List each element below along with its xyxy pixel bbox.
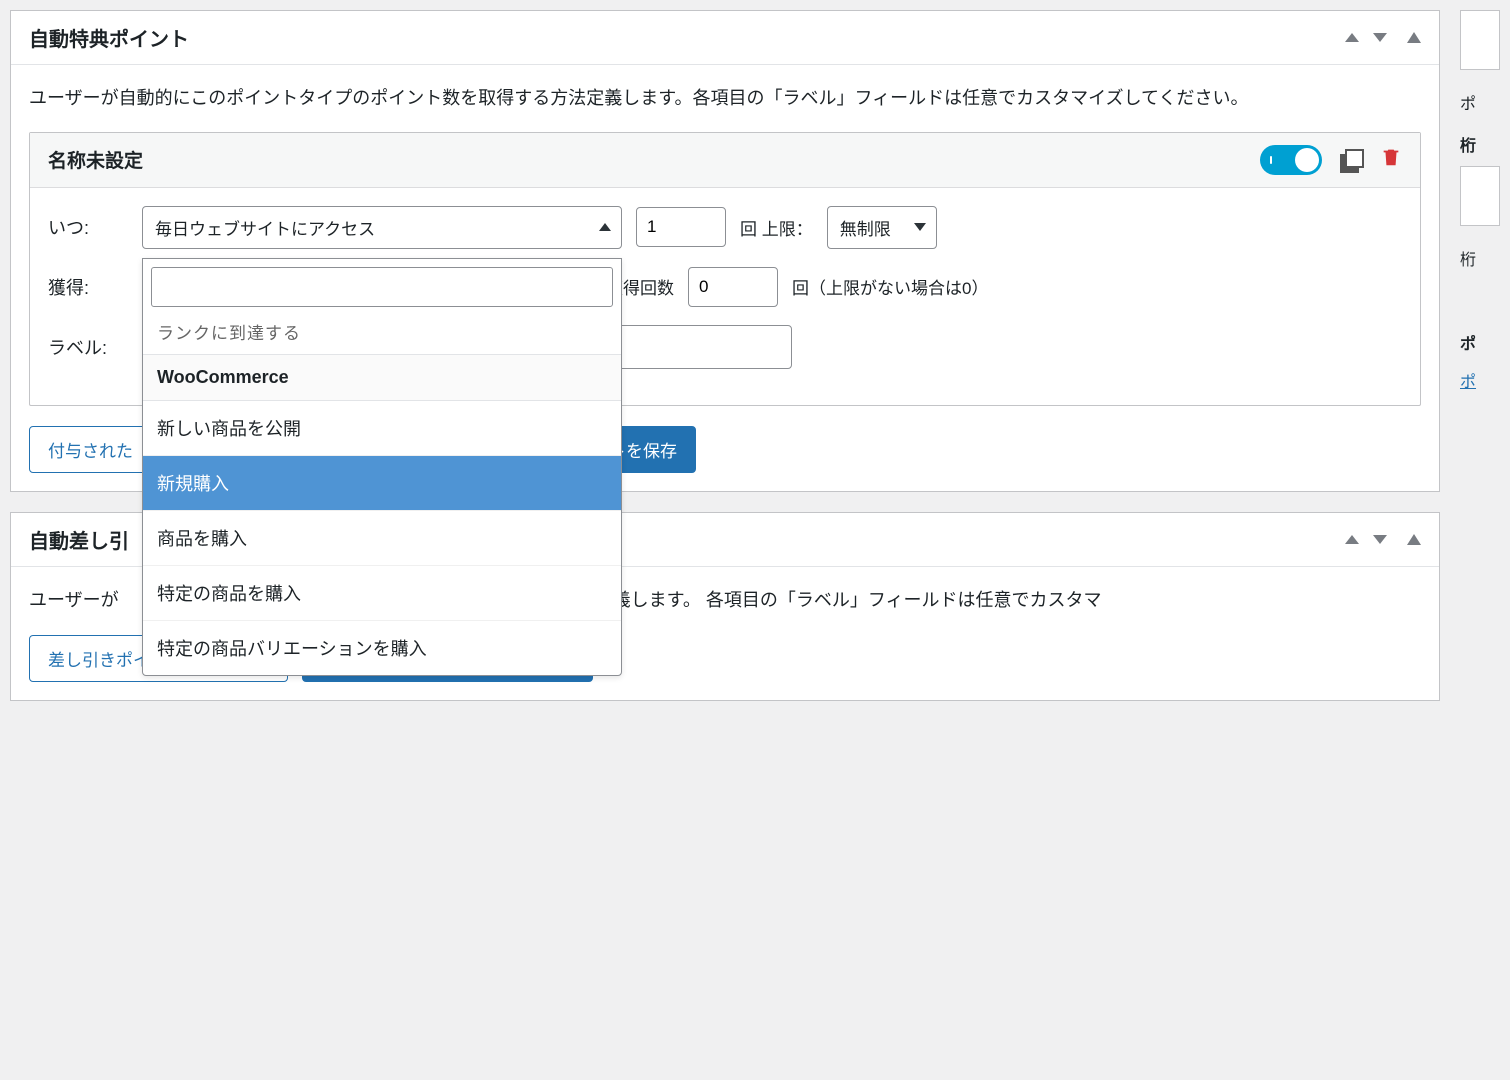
dropdown-partial-option[interactable]: ランクに到達する — [143, 315, 621, 354]
sidebar-link[interactable]: ポ — [1460, 368, 1500, 392]
earn-label: 獲得: — [48, 274, 128, 300]
label-field-label: ラベル: — [48, 334, 128, 360]
count-input[interactable] — [636, 207, 726, 247]
panel-description: ユーザーが自動的にこのポイントタイプのポイント数を取得する方法定義します。各項目… — [29, 83, 1421, 114]
rule-item: 名称未設定 いつ: — [29, 132, 1421, 406]
when-trigger-select[interactable]: 毎日ウェブサイトにアクセス — [142, 206, 622, 249]
dropdown-group-header: WooCommerce — [143, 354, 621, 401]
earn-count-input[interactable] — [688, 267, 778, 307]
sidebar-text: 桁 — [1460, 246, 1500, 270]
add-reward-button[interactable]: 付与された — [29, 426, 152, 473]
limit-prefix-label: 回 上限： — [740, 215, 813, 240]
move-down-icon[interactable] — [1373, 33, 1387, 42]
sidebar-box — [1460, 166, 1500, 226]
move-up-icon[interactable] — [1345, 535, 1359, 544]
sidebar-text: 桁 — [1460, 132, 1500, 156]
sidebar-text: ポ — [1460, 90, 1500, 114]
when-label: いつ: — [48, 214, 128, 240]
sidebar-text: ポ — [1460, 330, 1500, 354]
sidebar-box — [1460, 10, 1500, 70]
chevron-down-icon — [914, 223, 926, 231]
rule-title: 名称未設定 — [48, 146, 143, 173]
dropdown-option[interactable]: 商品を購入 — [143, 511, 621, 566]
panel-title: 自動特典ポイント — [29, 23, 189, 52]
delete-icon[interactable] — [1380, 145, 1402, 174]
collapse-icon[interactable] — [1407, 32, 1421, 43]
move-up-icon[interactable] — [1345, 33, 1359, 42]
dropdown-search-input[interactable] — [151, 267, 613, 307]
move-down-icon[interactable] — [1373, 535, 1387, 544]
trigger-dropdown: ランクに到達する WooCommerce 新しい商品を公開 新規購入 商品を購入… — [142, 258, 622, 676]
duplicate-icon[interactable] — [1340, 149, 1362, 171]
earn-tail-label: 回（上限がない場合は0） — [792, 274, 988, 299]
panel-title: 自動差し引 — [29, 525, 129, 554]
collapse-icon[interactable] — [1407, 534, 1421, 545]
dropdown-option[interactable]: 特定の商品を購入 — [143, 566, 621, 621]
rule-enabled-toggle[interactable] — [1260, 145, 1322, 175]
dropdown-option[interactable]: 新しい商品を公開 — [143, 401, 621, 456]
chevron-up-icon — [599, 223, 611, 231]
dropdown-option[interactable]: 新規購入 — [143, 456, 621, 511]
auto-reward-points-panel: 自動特典ポイント ユーザーが自動的にこのポイントタイプのポイント数を取得する方法… — [10, 10, 1440, 492]
dropdown-option[interactable]: 特定の商品バリエーションを購入 — [143, 621, 621, 675]
limit-select[interactable]: 無制限 — [827, 206, 937, 249]
